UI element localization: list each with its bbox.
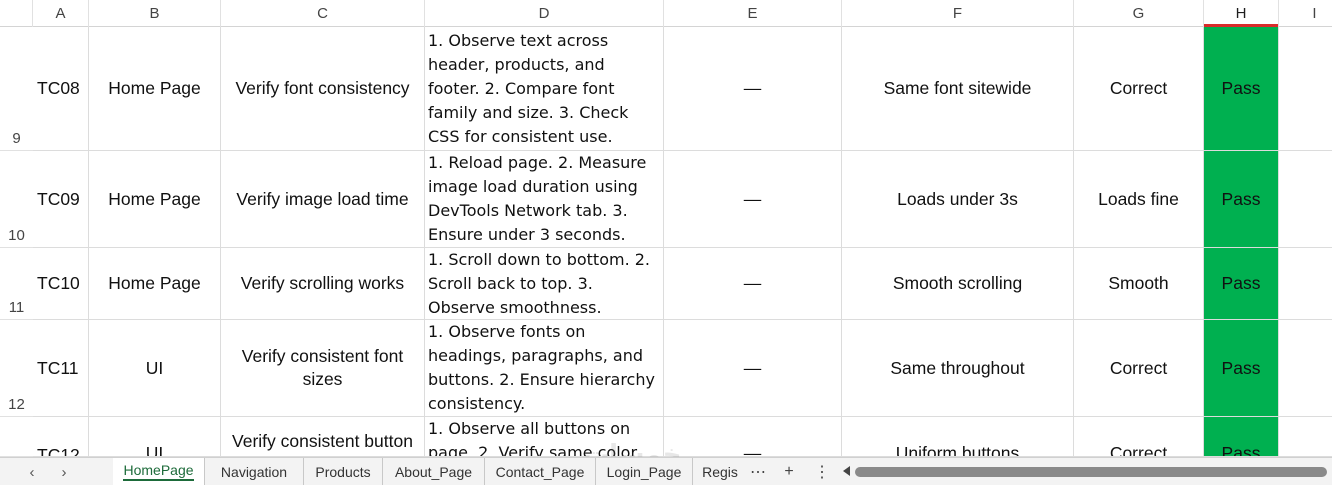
cell-status[interactable]: Pass [1204,27,1279,151]
cell-test-title[interactable]: Verify image load time [221,151,425,248]
cell-status[interactable]: Pass [1204,151,1279,248]
cell-empty[interactable] [1279,417,1332,457]
cell-test-title[interactable]: Verify scrolling works [221,248,425,320]
more-sheets-icon[interactable]: ⋯ [747,458,769,485]
sheet-tab-products[interactable]: Products [304,458,383,485]
column-header-row: A B C D E F G H I [0,0,1332,28]
cell-empty[interactable] [1279,151,1332,248]
column-header-c[interactable]: C [221,0,425,27]
cell-expected-result[interactable]: Loads under 3s [842,151,1074,248]
row-header[interactable] [0,417,33,457]
cell-test-data[interactable]: — [664,320,842,417]
row-header[interactable]: 9 [0,27,33,151]
cell-test-data[interactable]: — [664,27,842,151]
cell-status[interactable]: Pass [1204,248,1279,320]
cell-text: Correct [1109,443,1168,457]
cell-status[interactable]: Pass [1204,417,1279,457]
sheet-tab-navigation[interactable]: Navigation [205,458,304,485]
scroll-left-icon[interactable] [843,466,850,476]
cell-expected-result[interactable]: Smooth scrolling [842,248,1074,320]
column-header-e[interactable]: E [664,0,842,27]
cell-actual-result[interactable]: Correct [1074,417,1204,457]
cell-actual-result[interactable]: Correct [1074,320,1204,417]
cell-actual-result[interactable]: Correct [1074,27,1204,151]
cell-expected-result[interactable]: Uniform buttons [842,417,1074,457]
cell-expected-result[interactable]: Same throughout [842,320,1074,417]
cell-test-data[interactable]: — [664,151,842,248]
sheet-tab-regis[interactable]: Regis [693,458,747,485]
cell-text: TC12 [37,444,80,457]
cell-actual-result[interactable]: Loads fine [1074,151,1204,248]
cell-expected-result[interactable]: Same font sitewide [842,27,1074,151]
column-header-d[interactable]: D [425,0,664,27]
cell-module[interactable]: Home Page [89,27,221,151]
cell-module[interactable]: UI [89,320,221,417]
column-header-a[interactable]: A [33,0,89,27]
previous-sheet-icon[interactable]: ‹ [20,461,44,483]
cell-test-data[interactable]: — [664,248,842,320]
sheet-tab-about-page[interactable]: About_Page [383,458,485,485]
cell-empty[interactable] [1279,320,1332,417]
column-header-g[interactable]: G [1074,0,1204,27]
cell-module[interactable]: Home Page [89,151,221,248]
cell-text: UI [145,443,164,457]
select-all-corner[interactable] [0,0,33,27]
next-sheet-icon[interactable]: › [52,461,76,483]
cell-test-data[interactable]: — [664,417,842,457]
sheet-tab-contact-page[interactable]: Contact_Page [485,458,596,485]
cell-empty[interactable] [1279,248,1332,320]
cell-test-steps[interactable]: 1. Reload page. 2. Measure image load du… [425,151,664,248]
add-sheet-icon[interactable]: + [777,458,801,485]
row-header[interactable]: 10 [0,151,33,248]
sheet-tab-homepage[interactable]: HomePage [113,458,205,485]
column-header-b[interactable]: B [89,0,221,27]
cell-empty[interactable] [1279,27,1332,151]
cell-test-title[interactable]: Verify font consistency [221,27,425,151]
column-header-f[interactable]: F [842,0,1074,27]
cell-module[interactable]: Home Page [89,248,221,320]
cell-test-steps[interactable]: 1. Observe fonts on headings, paragraphs… [425,320,664,417]
cell-module[interactable]: UI [89,417,221,457]
cell-text: Uniform buttons [895,443,1020,457]
row-header[interactable]: 11 [0,248,33,320]
column-header-h[interactable]: H [1204,0,1279,28]
cell-test-id[interactable]: TC09 [33,151,89,248]
sheet-options-icon[interactable]: ⋮ [812,458,832,485]
cell-test-id[interactable]: TC08 [33,27,89,151]
cell-text: — [743,443,762,457]
cell-test-id[interactable]: TC12 [33,417,89,457]
cell-test-title[interactable]: Verify consistent font sizes [221,320,425,417]
row-header[interactable]: 12 [0,320,33,417]
cell-test-id[interactable]: TC11 [33,320,89,417]
cell-status[interactable]: Pass [1204,320,1279,417]
cell-test-title[interactable]: Verify consistent button [221,417,425,457]
cell-test-steps[interactable]: 1. Observe text across header, products,… [425,27,664,151]
cell-text: Pass [1221,443,1261,457]
cell-actual-result[interactable]: Smooth [1074,248,1204,320]
horizontal-scrollbar[interactable] [855,467,1327,477]
sheet-tab-bar: ‹ › HomePage Navigation Products About_P… [0,457,1332,485]
sheet-tab-label: HomePage [123,462,194,481]
cell-test-id[interactable]: TC10 [33,248,89,320]
cell-test-steps[interactable]: 1. Scroll down to bottom. 2. Scroll back… [425,248,664,320]
sheet-tab-login-page[interactable]: Login_Page [596,458,693,485]
column-header-i[interactable]: I [1279,0,1332,27]
